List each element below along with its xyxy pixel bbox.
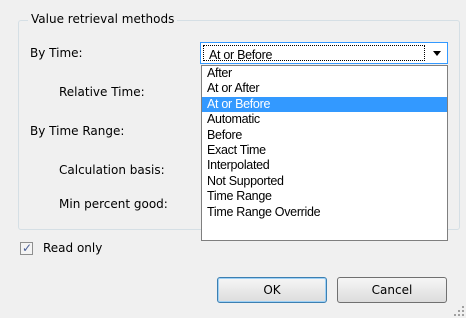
- combo-focus-rect: At or Before: [203, 45, 425, 62]
- dropdown-option[interactable]: After: [202, 66, 447, 81]
- cancel-button[interactable]: Cancel: [337, 277, 447, 303]
- dropdown-option[interactable]: At or Before: [202, 96, 447, 113]
- dropdown-option[interactable]: Automatic: [202, 112, 447, 127]
- checkmark-icon: ✓: [22, 241, 33, 255]
- dropdown-option[interactable]: Exact Time: [202, 143, 447, 158]
- combo-selected-value: At or Before: [209, 48, 273, 62]
- read-only-checkbox[interactable]: ✓: [20, 241, 33, 255]
- dropdown-option[interactable]: Interpolated: [202, 158, 447, 173]
- resize-grip-icon[interactable]: [454, 306, 464, 316]
- calculation-basis-label: Calculation basis:: [59, 163, 165, 177]
- chevron-down-icon[interactable]: [433, 51, 441, 56]
- by-time-range-label: By Time Range:: [30, 124, 125, 138]
- relative-time-label: Relative Time:: [59, 85, 145, 99]
- dropdown-option[interactable]: At or After: [202, 81, 447, 96]
- by-time-label: By Time:: [30, 46, 83, 60]
- group-title: Value retrieval methods: [28, 11, 178, 27]
- read-only-label[interactable]: Read only: [43, 240, 102, 256]
- ok-button[interactable]: OK: [217, 277, 327, 303]
- by-time-combobox[interactable]: At or Before: [200, 42, 448, 64]
- dropdown-option[interactable]: Before: [202, 128, 447, 143]
- dropdown-option[interactable]: Time Range: [202, 189, 447, 204]
- by-time-dropdown-list[interactable]: After At or After At or Before Automatic Bef…: [201, 65, 448, 241]
- dropdown-option[interactable]: Time Range Override: [202, 205, 447, 220]
- min-percent-good-label: Min percent good:: [59, 197, 168, 211]
- dropdown-option[interactable]: Not Supported: [202, 174, 447, 189]
